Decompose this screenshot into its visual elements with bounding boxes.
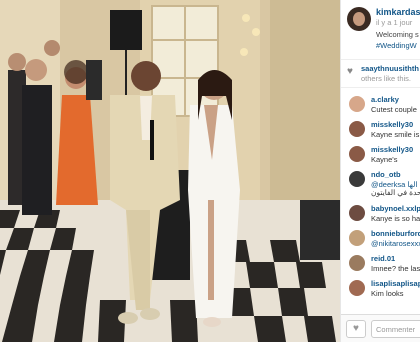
comment-row: ndo_otb @deerksa الها (341, 167, 420, 189)
comment-username[interactable]: reid.01 (371, 254, 395, 263)
likes-summary: ♥ saaythnuusithth others like this. (341, 60, 420, 88)
comment-username[interactable]: misskelly30 (371, 120, 413, 129)
comment-row: a.clarky Cutest couple (341, 92, 420, 117)
post-caption: Welcoming s (376, 30, 419, 39)
post-photo[interactable] (0, 0, 340, 342)
commenter-avatar[interactable] (349, 96, 365, 112)
like-button[interactable]: ♥ (346, 320, 366, 338)
commenter-avatar[interactable] (349, 121, 365, 137)
comment-text: Kanye is so ha (371, 214, 420, 223)
comment-footer: ♥ Commenter (341, 314, 420, 342)
comment-username[interactable]: misskelly30 (371, 145, 413, 154)
comment-list: a.clarky Cutest couple misskelly30 Kayne sm… (341, 92, 420, 301)
comment-input[interactable]: Commenter (371, 320, 420, 338)
comment-text: Kim looks (371, 289, 404, 298)
comment-username[interactable]: a.clarky (371, 95, 399, 104)
comment-row: misskelly30 Kayne smile is (341, 117, 420, 142)
author-username[interactable]: kimkardashian (376, 7, 420, 17)
post-header: kimkardashian il y a 1 jour Welcoming s … (341, 0, 420, 60)
commenter-avatar[interactable] (349, 146, 365, 162)
comment-username[interactable]: ndo_otb (371, 170, 401, 179)
comment-text: Kayne smile is (371, 130, 420, 139)
post-sidebar: kimkardashian il y a 1 jour Welcoming s … (340, 0, 420, 342)
commenter-avatar[interactable] (349, 205, 365, 221)
commenter-avatar[interactable] (349, 255, 365, 271)
comment-row: وحدة في الفايتون (341, 184, 420, 201)
post-timestamp: il y a 1 jour (376, 18, 413, 27)
comment-username[interactable]: lisaplisaplisap (371, 279, 420, 288)
comment-username[interactable]: bonnieburford (371, 229, 420, 238)
heart-icon: ♥ (347, 66, 353, 77)
comment-row: misskelly30 Kayne's (341, 142, 420, 167)
heart-icon: ♥ (353, 323, 359, 334)
comment-row: reid.01 Imnee? the las (341, 251, 420, 276)
comment-username[interactable]: babynoel.xxlp (371, 204, 420, 213)
comment-text: Kayne's (371, 155, 398, 164)
likes-names[interactable]: saaythnuusithth (361, 64, 419, 73)
author-avatar[interactable] (347, 7, 371, 31)
likes-sub: others like this. (361, 74, 412, 83)
commenter-avatar[interactable] (349, 280, 365, 296)
comment-text[interactable]: @nikitarosexxx (371, 239, 420, 248)
comment-text: وحدة في الفايتون (371, 188, 420, 197)
comment-row: bonnieburford @nikitarosexxx (341, 226, 420, 251)
comment-text: Imnee? the las (371, 264, 420, 273)
comment-text: Cutest couple (371, 105, 417, 114)
comment-row: babynoel.xxlp Kanye is so ha (341, 201, 420, 226)
commenter-avatar[interactable] (349, 230, 365, 246)
post-hashtag[interactable]: #WeddingW (376, 41, 417, 50)
comment-row: lisaplisaplisap Kim looks (341, 276, 420, 301)
